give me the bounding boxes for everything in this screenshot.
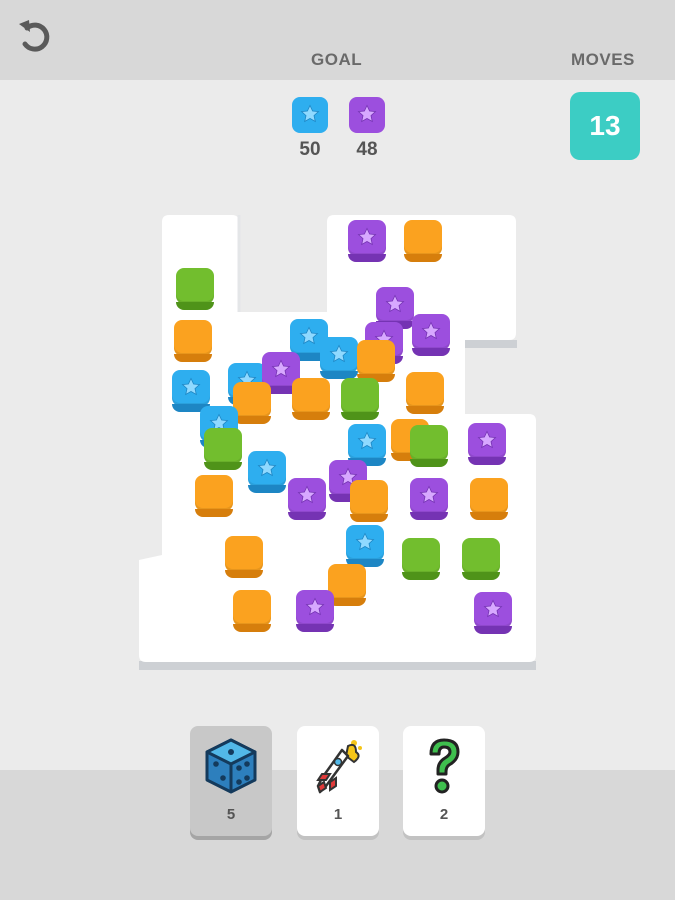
block-blue[interactable] [346,525,384,567]
block-green[interactable] [204,428,242,470]
block-orange[interactable] [328,564,366,606]
booster-hint-count: 2 [439,806,449,823]
star-icon [305,597,325,616]
block-green[interactable] [410,425,448,467]
block-blue[interactable] [172,370,210,412]
star-icon [477,430,497,449]
block-orange[interactable] [233,590,271,632]
block-purple[interactable] [296,590,334,632]
block-purple[interactable] [474,592,512,634]
star-icon [271,359,291,378]
star-icon [181,377,201,396]
block-purple[interactable] [348,220,386,262]
block-orange[interactable] [225,536,263,578]
star-icon [257,458,277,477]
block-blue[interactable] [248,451,286,493]
block-blue[interactable] [348,424,386,466]
block-blue[interactable] [320,337,358,379]
booster-rocket[interactable]: 1 [297,726,379,836]
rocket-icon [316,740,362,794]
star-icon [385,294,405,313]
star-icon [419,485,439,504]
question-mark-icon [429,738,460,794]
block-orange[interactable] [404,220,442,262]
star-icon [483,599,503,618]
star-icon [329,344,349,363]
block-orange[interactable] [406,372,444,414]
block-green[interactable] [462,538,500,580]
block-purple[interactable] [412,314,450,356]
block-orange[interactable] [233,382,271,424]
booster-rocket-count: 1 [333,806,343,823]
star-icon [357,431,377,450]
booster-hint[interactable]: 2 [403,726,485,836]
block-orange[interactable] [470,478,508,520]
block-orange[interactable] [350,480,388,522]
star-icon [421,321,441,340]
block-green[interactable] [176,268,214,310]
star-icon [357,227,377,246]
block-orange[interactable] [357,340,395,382]
block-green[interactable] [402,538,440,580]
booster-dice-count: 5 [226,806,236,823]
block-orange[interactable] [174,320,212,362]
block-orange[interactable] [195,475,233,517]
block-orange[interactable] [292,378,330,420]
star-icon [299,326,319,345]
block-green[interactable] [341,378,379,420]
block-purple[interactable] [468,423,506,465]
booster-dice[interactable]: 5 [190,726,272,836]
star-icon [355,532,375,551]
block-purple[interactable] [288,478,326,520]
block-purple[interactable] [410,478,448,520]
dice-icon [205,738,257,794]
star-icon [297,485,317,504]
block-purple[interactable] [376,287,414,329]
